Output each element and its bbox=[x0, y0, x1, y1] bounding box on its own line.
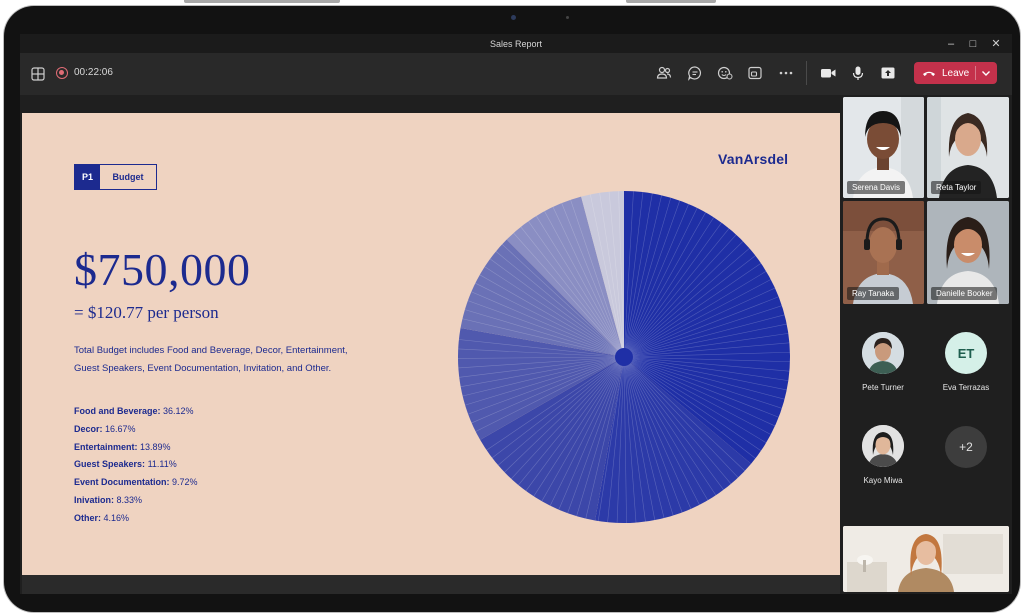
breakdown-item: Event Documentation: 9.72% bbox=[74, 477, 198, 495]
breakdown-label: Food and Beverage: bbox=[74, 406, 161, 416]
avatar[interactable] bbox=[862, 425, 904, 467]
participant-name: Reta Taylor bbox=[931, 181, 982, 194]
breakdown-value: 4.16% bbox=[103, 512, 130, 523]
breakdown-value: 13.89% bbox=[140, 441, 171, 452]
leave-label: Leave bbox=[942, 67, 970, 79]
people-icon[interactable] bbox=[654, 63, 674, 83]
share-icon[interactable] bbox=[878, 63, 898, 83]
participants-panel: Serena Davis Reta Taylor Ray Tanaka Dani… bbox=[840, 95, 1012, 594]
video-tile[interactable]: Serena Davis bbox=[843, 97, 924, 198]
participant-name: Ray Tanaka bbox=[847, 287, 900, 300]
leave-button[interactable]: Leave bbox=[914, 62, 997, 84]
slide-footer-bar bbox=[22, 575, 840, 594]
teams-meeting-window: Sales Report – □ ✕ 00:22:06 Leave P1 Bud… bbox=[20, 34, 1012, 594]
power-button bbox=[626, 0, 716, 3]
maximize-icon[interactable]: □ bbox=[966, 37, 980, 51]
breakdown-item: Guest Speakers: 11.11% bbox=[74, 459, 198, 477]
camera-icon[interactable] bbox=[818, 63, 838, 83]
participant-name: Serena Davis bbox=[847, 181, 906, 194]
video-tile[interactable]: Reta Taylor bbox=[927, 97, 1009, 198]
tablet-device: Sales Report – □ ✕ 00:22:06 Leave P1 Bud… bbox=[4, 6, 1020, 612]
badge-name: Budget bbox=[112, 172, 144, 182]
participant-photo bbox=[862, 332, 904, 374]
breakdown-value: 16.67% bbox=[105, 423, 136, 434]
breakdown-item: Food and Beverage: 36.12% bbox=[74, 406, 198, 424]
pie-center bbox=[615, 348, 633, 366]
chevron-down-icon[interactable] bbox=[979, 66, 993, 80]
grid-icon[interactable] bbox=[28, 64, 48, 84]
avatar-initials[interactable]: ET bbox=[945, 332, 987, 374]
leave-separator bbox=[975, 66, 976, 80]
close-icon[interactable]: ✕ bbox=[989, 37, 1003, 51]
minimize-icon[interactable]: – bbox=[944, 37, 958, 51]
more-icon[interactable] bbox=[776, 63, 796, 83]
breakdown-value: 36.12% bbox=[163, 406, 194, 416]
breakdown-label: Entertainment: bbox=[74, 441, 138, 452]
breakdown-item: Other: 4.16% bbox=[74, 513, 198, 531]
view-icon[interactable] bbox=[745, 63, 765, 83]
breakdown-value: 9.72% bbox=[172, 477, 198, 488]
budget-description: Total Budget includes Food and Beverage,… bbox=[74, 345, 348, 374]
mic-icon[interactable] bbox=[848, 63, 868, 83]
budget-amount: $750,000 bbox=[74, 244, 251, 295]
breakdown-value: 11.11% bbox=[147, 459, 177, 470]
per-person-cost: = $120.77 per person bbox=[74, 303, 219, 322]
slide-badge: P1 Budget bbox=[74, 164, 157, 190]
participant-name: Pete Turner bbox=[862, 383, 904, 392]
self-view-tile[interactable] bbox=[843, 526, 1009, 592]
budget-breakdown-list: Food and Beverage: 36.12% Decor: 16.67% … bbox=[74, 406, 198, 531]
participant-name: Danielle Booker bbox=[931, 287, 998, 300]
reactions-icon[interactable] bbox=[715, 63, 735, 83]
volume-button bbox=[184, 0, 340, 3]
window-title: Sales Report bbox=[489, 39, 543, 49]
camera-sensor bbox=[566, 16, 569, 19]
badge-tag: P1 bbox=[75, 165, 100, 189]
video-tile[interactable]: Ray Tanaka bbox=[843, 201, 924, 304]
more-participants-button[interactable]: +2 bbox=[945, 426, 987, 468]
presentation-slide: P1 Budget VanArsdel $750,000 = $120.77 p… bbox=[22, 113, 840, 575]
breakdown-value: 8.33% bbox=[116, 494, 143, 505]
phone-icon bbox=[923, 71, 935, 76]
breakdown-label: Event Documentation: bbox=[74, 477, 170, 488]
record-icon bbox=[56, 67, 68, 79]
title-bar: Sales Report – □ ✕ bbox=[20, 34, 1012, 53]
toolbar-divider bbox=[806, 61, 807, 85]
breakdown-label: Inivation: bbox=[74, 494, 114, 505]
participant-name: Eva Terrazas bbox=[942, 383, 990, 392]
chat-icon[interactable] bbox=[685, 63, 705, 83]
meeting-toolbar: 00:22:06 Leave bbox=[20, 53, 1012, 95]
breakdown-item: Inivation: 8.33% bbox=[74, 495, 198, 513]
brand-logo: VanArsdel bbox=[718, 151, 789, 167]
self-video bbox=[843, 526, 1009, 592]
breakdown-label: Other: bbox=[74, 512, 101, 523]
breakdown-item: Decor: 16.67% bbox=[74, 424, 198, 442]
shared-content-area: P1 Budget VanArsdel $750,000 = $120.77 p… bbox=[20, 95, 840, 594]
participant-photo bbox=[862, 425, 904, 467]
breakdown-label: Guest Speakers: bbox=[74, 459, 146, 470]
budget-pie-chart bbox=[458, 191, 790, 523]
avatar[interactable] bbox=[862, 332, 904, 374]
breakdown-item: Entertainment: 13.89% bbox=[74, 442, 198, 460]
breakdown-label: Decor: bbox=[74, 423, 103, 434]
participant-name: Kayo Miwa bbox=[863, 476, 903, 485]
video-tile[interactable]: Danielle Booker bbox=[927, 201, 1009, 304]
front-camera bbox=[511, 15, 516, 20]
meeting-timer: 00:22:06 bbox=[74, 67, 113, 78]
